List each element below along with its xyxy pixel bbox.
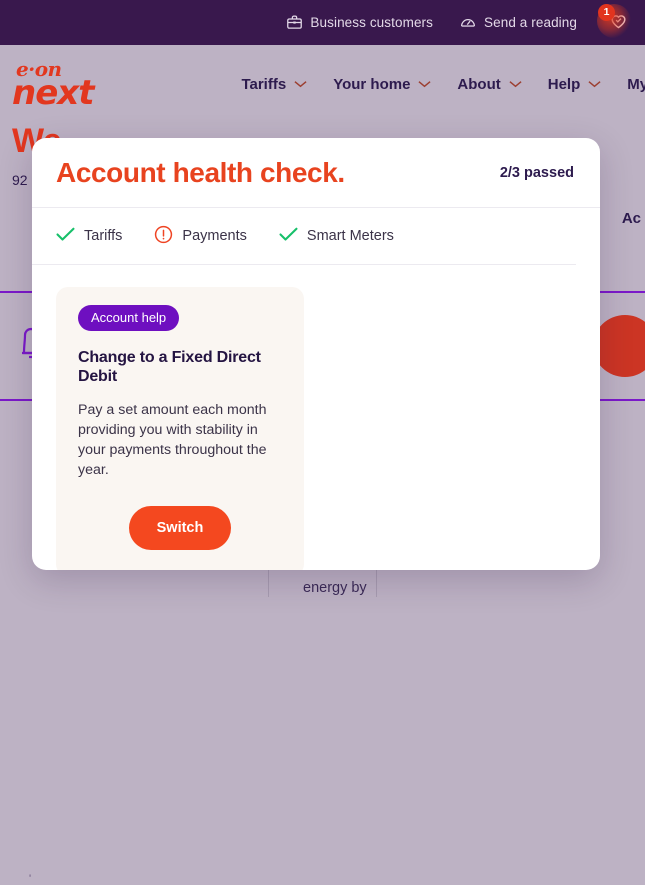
topbar-label-business-customers: Business customers <box>310 15 434 30</box>
nav-item-about[interactable]: About <box>457 75 522 93</box>
promo-description: Pay a set amount each month providing yo… <box>78 402 267 479</box>
check-icon <box>279 227 298 246</box>
background-tiny-marker: ' <box>29 873 32 885</box>
check-label-smart-meters: Smart Meters <box>306 228 394 244</box>
nav-label-my-account: My <box>627 75 645 93</box>
modal-check-list: Tariffs Payments Smart Meters <box>32 208 576 265</box>
check-label-tariffs: Tariffs <box>84 228 123 244</box>
check-label-payments: Payments <box>182 228 247 244</box>
nav-links: Tariffs Your home About Help My <box>241 76 645 93</box>
background-bottom-cell-text: energy by <box>303 580 367 596</box>
topbar-label-send-a-reading: Send a reading <box>484 15 577 30</box>
meter-gauge-icon <box>459 14 477 31</box>
nav-item-tariffs[interactable]: Tariffs <box>241 76 307 93</box>
background-right-card-title: Ac <box>621 210 641 227</box>
top-utility-bar: Business customers Send a reading 1 <box>0 0 645 45</box>
chevron-down-icon <box>418 81 431 88</box>
topbar-link-business-customers[interactable]: Business customers <box>286 14 433 31</box>
chevron-down-icon <box>294 81 307 88</box>
check-item-smart-meters[interactable]: Smart Meters <box>279 227 394 246</box>
eon-next-logo[interactable]: e·on next <box>12 59 94 113</box>
promo-title: Change to a Fixed Direct Debit <box>78 349 261 386</box>
nav-item-my-account[interactable]: My <box>627 76 645 93</box>
briefcase-icon <box>286 14 303 31</box>
nav-label-help: Help <box>547 75 581 93</box>
switch-button[interactable]: Switch <box>128 506 232 551</box>
modal-body: Account help Change to a Fixed Direct De… <box>32 265 600 570</box>
background-bottom-cell: energy by <box>268 567 377 597</box>
background-carousel-circle[interactable] <box>593 315 645 377</box>
modal-score-badge: 2/3 passed <box>499 164 574 181</box>
check-icon <box>56 227 75 246</box>
promo-card: Account help Change to a Fixed Direct De… <box>56 287 304 570</box>
favourites-button[interactable]: 1 <box>597 3 633 38</box>
nav-label-your-home: Your home <box>333 75 411 93</box>
modal-header: Account health check. 2/3 passed <box>32 138 600 208</box>
chevron-down-icon <box>509 81 522 88</box>
modal-title: Account health check. <box>56 156 345 188</box>
promo-cta-wrapper: Switch <box>78 506 282 551</box>
chevron-down-icon <box>588 81 601 88</box>
favourites-badge-count: 1 <box>598 3 615 21</box>
main-navigation: e·on next Tariffs Your home About Help M… <box>0 45 645 123</box>
logo-line-next: next <box>12 72 94 113</box>
alert-circle-icon <box>154 225 173 248</box>
chevron-right-icon[interactable] <box>579 456 600 512</box>
nav-item-help[interactable]: Help <box>548 76 602 93</box>
nav-label-about: About <box>457 75 501 93</box>
check-item-payments[interactable]: Payments <box>154 225 247 248</box>
nav-label-tariffs: Tariffs <box>241 75 287 93</box>
check-item-tariffs[interactable]: Tariffs <box>56 227 122 246</box>
nav-item-your-home[interactable]: Your home <box>333 76 431 93</box>
promo-tag: Account help <box>78 305 180 331</box>
account-health-check-modal: Account health check. 2/3 passed Tariffs… <box>32 138 600 570</box>
topbar-link-send-a-reading[interactable]: Send a reading <box>459 14 577 31</box>
